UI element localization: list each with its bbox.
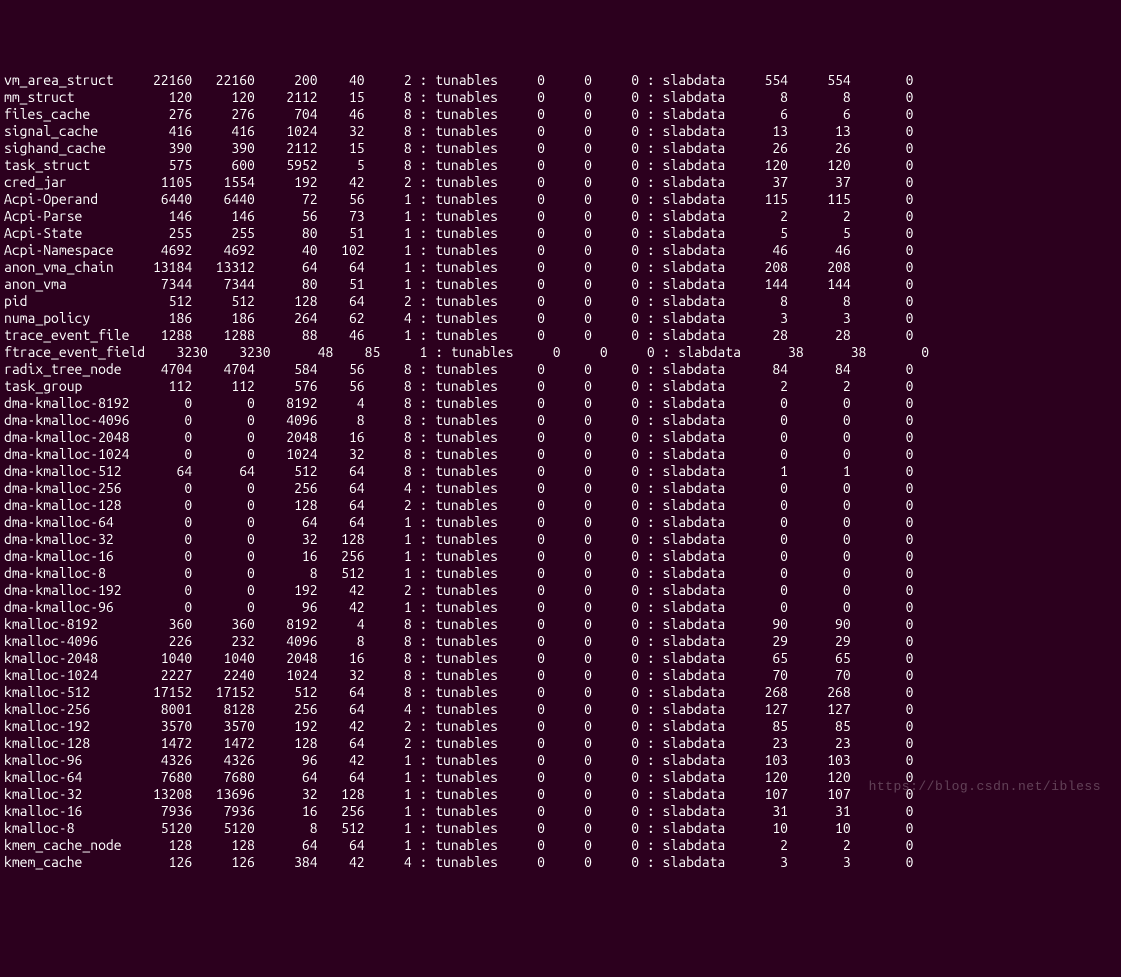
table-row: dma-kmalloc-192 0 0 192 42 2 : tunables … xyxy=(4,582,1117,599)
table-row: dma-kmalloc-64 0 0 64 64 1 : tunables 0 … xyxy=(4,514,1117,531)
table-row: dma-kmalloc-8 0 0 8 512 1 : tunables 0 0… xyxy=(4,565,1117,582)
table-row: pid 512 512 128 64 2 : tunables 0 0 0 : … xyxy=(4,293,1117,310)
table-row: mm_struct 120 120 2112 15 8 : tunables 0… xyxy=(4,89,1117,106)
table-row: kmalloc-8 5120 5120 8 512 1 : tunables 0… xyxy=(4,820,1117,837)
table-row: trace_event_file 1288 1288 88 46 1 : tun… xyxy=(4,327,1117,344)
table-row: dma-kmalloc-2048 0 0 2048 16 8 : tunable… xyxy=(4,429,1117,446)
table-row: dma-kmalloc-4096 0 0 4096 8 8 : tunables… xyxy=(4,412,1117,429)
table-row: dma-kmalloc-512 64 64 512 64 8 : tunable… xyxy=(4,463,1117,480)
table-row: sighand_cache 390 390 2112 15 8 : tunabl… xyxy=(4,140,1117,157)
table-row: ftrace_event_field 3230 3230 48 85 1 : t… xyxy=(4,344,1117,361)
table-row: numa_policy 186 186 264 62 4 : tunables … xyxy=(4,310,1117,327)
table-row: cred_jar 1105 1554 192 42 2 : tunables 0… xyxy=(4,174,1117,191)
table-row: kmalloc-96 4326 4326 96 42 1 : tunables … xyxy=(4,752,1117,769)
table-row: kmalloc-128 1472 1472 128 64 2 : tunable… xyxy=(4,735,1117,752)
table-row: dma-kmalloc-96 0 0 96 42 1 : tunables 0 … xyxy=(4,599,1117,616)
table-row: files_cache 276 276 704 46 8 : tunables … xyxy=(4,106,1117,123)
table-row: dma-kmalloc-16 0 0 16 256 1 : tunables 0… xyxy=(4,548,1117,565)
table-row: signal_cache 416 416 1024 32 8 : tunable… xyxy=(4,123,1117,140)
table-row: vm_area_struct 22160 22160 200 40 2 : tu… xyxy=(4,72,1117,89)
table-row: dma-kmalloc-32 0 0 32 128 1 : tunables 0… xyxy=(4,531,1117,548)
table-row: kmem_cache_node 128 128 64 64 1 : tunabl… xyxy=(4,837,1117,854)
table-row: Acpi-Operand 6440 6440 72 56 1 : tunable… xyxy=(4,191,1117,208)
table-row: kmalloc-2048 1040 1040 2048 16 8 : tunab… xyxy=(4,650,1117,667)
table-row: anon_vma 7344 7344 80 51 1 : tunables 0 … xyxy=(4,276,1117,293)
table-row: dma-kmalloc-8192 0 0 8192 4 8 : tunables… xyxy=(4,395,1117,412)
table-row: Acpi-Parse 146 146 56 73 1 : tunables 0 … xyxy=(4,208,1117,225)
table-row: kmalloc-4096 226 232 4096 8 8 : tunables… xyxy=(4,633,1117,650)
table-row: kmem_cache 126 126 384 42 4 : tunables 0… xyxy=(4,854,1117,871)
watermark-text: https://blog.csdn.net/ibless xyxy=(869,778,1101,795)
table-row: dma-kmalloc-1024 0 0 1024 32 8 : tunable… xyxy=(4,446,1117,463)
table-row: task_struct 575 600 5952 5 8 : tunables … xyxy=(4,157,1117,174)
table-row: kmalloc-1024 2227 2240 1024 32 8 : tunab… xyxy=(4,667,1117,684)
table-row: Acpi-Namespace 4692 4692 40 102 1 : tuna… xyxy=(4,242,1117,259)
table-row: kmalloc-192 3570 3570 192 42 2 : tunable… xyxy=(4,718,1117,735)
table-row: radix_tree_node 4704 4704 584 56 8 : tun… xyxy=(4,361,1117,378)
table-row: anon_vma_chain 13184 13312 64 64 1 : tun… xyxy=(4,259,1117,276)
table-row: Acpi-State 255 255 80 51 1 : tunables 0 … xyxy=(4,225,1117,242)
slabinfo-output: vm_area_struct 22160 22160 200 40 2 : tu… xyxy=(4,72,1117,871)
table-row: kmalloc-256 8001 8128 256 64 4 : tunable… xyxy=(4,701,1117,718)
table-row: dma-kmalloc-128 0 0 128 64 2 : tunables … xyxy=(4,497,1117,514)
table-row: kmalloc-16 7936 7936 16 256 1 : tunables… xyxy=(4,803,1117,820)
table-row: dma-kmalloc-256 0 0 256 64 4 : tunables … xyxy=(4,480,1117,497)
table-row: kmalloc-512 17152 17152 512 64 8 : tunab… xyxy=(4,684,1117,701)
table-row: kmalloc-8192 360 360 8192 4 8 : tunables… xyxy=(4,616,1117,633)
table-row: task_group 112 112 576 56 8 : tunables 0… xyxy=(4,378,1117,395)
